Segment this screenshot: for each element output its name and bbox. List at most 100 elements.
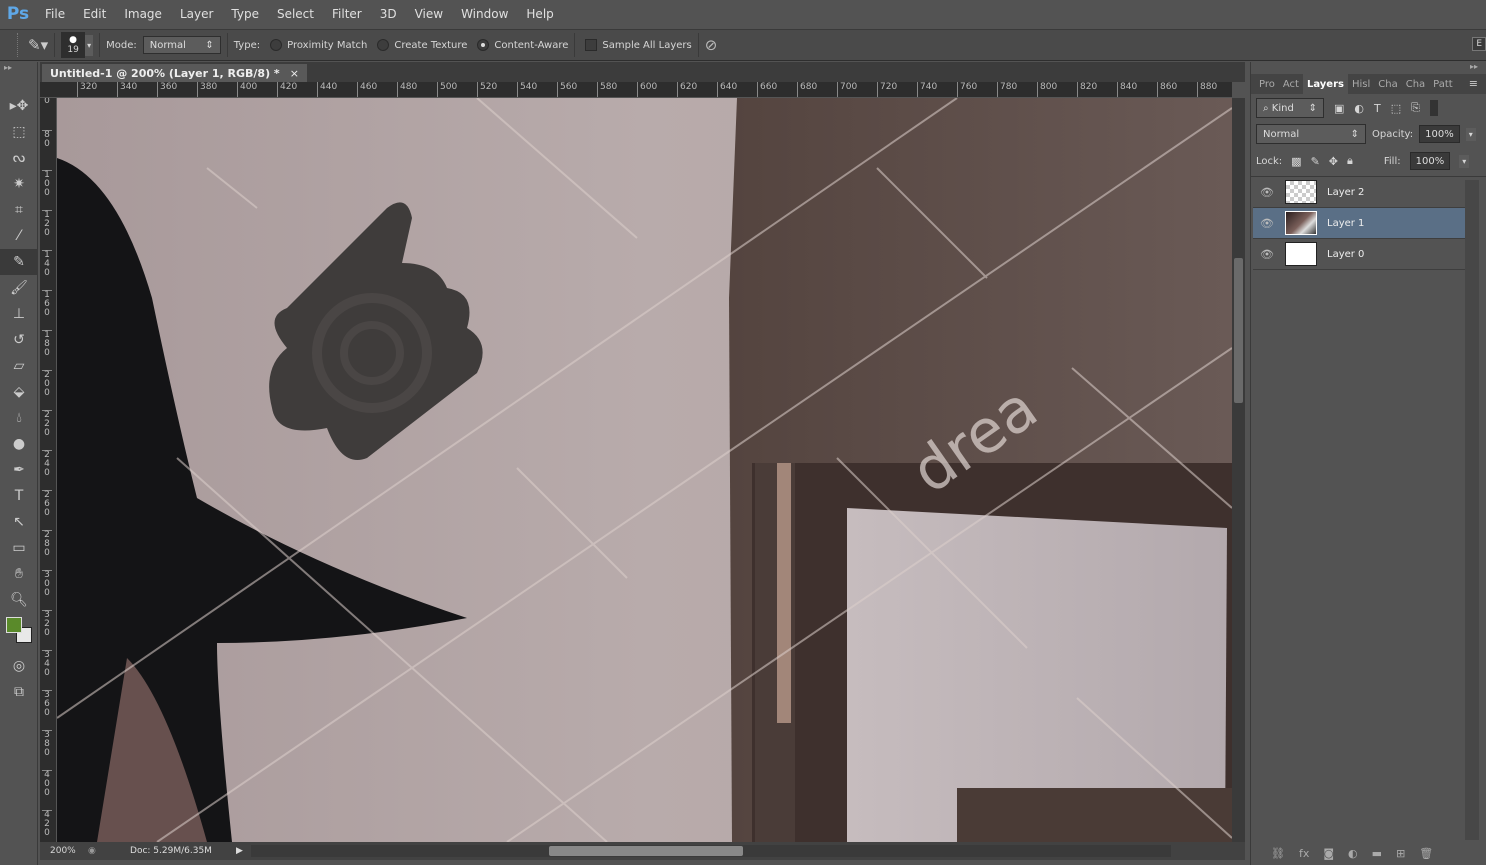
radio-proximity-match[interactable] bbox=[270, 39, 283, 51]
new-group-icon[interactable]: ▬ bbox=[1372, 847, 1382, 860]
pressure-size-icon[interactable]: ⊘ bbox=[705, 36, 718, 54]
lock-position-icon[interactable]: ✥ bbox=[1329, 155, 1338, 168]
vertical-scroll-thumb[interactable] bbox=[1234, 258, 1243, 403]
fill-dropdown[interactable]: ▾ bbox=[1459, 154, 1470, 168]
pen-tool-icon[interactable]: ✒︎ bbox=[0, 457, 38, 483]
move-tool-icon[interactable]: ▸✥ bbox=[0, 93, 38, 119]
brush-tool-icon[interactable]: 🖌︎ bbox=[0, 275, 38, 301]
lasso-tool-icon[interactable]: ᔓ bbox=[0, 145, 38, 171]
hand-tool-icon[interactable]: ✋︎ bbox=[0, 561, 38, 587]
close-tab-button[interactable]: × bbox=[290, 67, 299, 80]
filter-shape-icon[interactable]: ⬚ bbox=[1391, 102, 1401, 115]
filter-kind-select[interactable]: ⌕ Kind ⇕ bbox=[1256, 98, 1324, 118]
crop-tool-icon[interactable]: ⌗ bbox=[0, 197, 38, 223]
new-layer-icon[interactable]: ⊞ bbox=[1396, 847, 1405, 860]
fill-input[interactable]: 100% bbox=[1409, 152, 1451, 170]
menu-layer[interactable]: Layer bbox=[171, 7, 222, 21]
foreground-color-swatch[interactable] bbox=[6, 617, 22, 633]
menu-image[interactable]: Image bbox=[115, 7, 171, 21]
eyedropper-tool-icon[interactable]: ⁄ bbox=[0, 223, 38, 249]
opacity-input[interactable]: 100% bbox=[1419, 125, 1460, 143]
layer-name: Layer 2 bbox=[1327, 186, 1365, 198]
path-selection-tool-icon[interactable]: ↖ bbox=[0, 509, 38, 535]
panel-tab-pro[interactable]: Pro bbox=[1255, 74, 1279, 94]
panel-tab-hisl[interactable]: Hisl bbox=[1348, 74, 1374, 94]
zoom-tool-icon[interactable]: 🔍︎ bbox=[0, 587, 38, 613]
eye-icon[interactable]: 👁︎ bbox=[1253, 217, 1281, 230]
horizontal-ruler[interactable]: 320 340 360 380 400 420 440 460 480 500 520 540 560 5… bbox=[40, 82, 1232, 98]
layer-row[interactable]: 👁︎ Layer 2 bbox=[1253, 177, 1465, 208]
filter-smart-object-icon[interactable]: ⎘ bbox=[1411, 101, 1420, 115]
spot-healing-brush-tool-preset-icon[interactable]: ✎▾ bbox=[28, 36, 48, 54]
paint-bucket-tool-icon[interactable]: ⬙ bbox=[0, 379, 38, 405]
horizontal-scroll-thumb[interactable] bbox=[548, 846, 743, 856]
marquee-tool-icon[interactable]: ⬚ bbox=[0, 119, 38, 145]
eye-icon[interactable]: 👁︎ bbox=[1253, 186, 1281, 199]
add-mask-icon[interactable]: ◙ bbox=[1323, 847, 1334, 860]
status-arrow-icon[interactable]: ▶ bbox=[236, 846, 243, 856]
menu-file[interactable]: File bbox=[36, 7, 74, 21]
dodge-tool-icon[interactable]: ● bbox=[0, 431, 38, 457]
mode-select[interactable]: Normal ⇕ bbox=[142, 36, 221, 54]
menu-select[interactable]: Select bbox=[268, 7, 323, 21]
menu-3d[interactable]: 3D bbox=[371, 7, 406, 21]
workspace-button[interactable]: E bbox=[1472, 37, 1486, 51]
lock-image-icon[interactable]: ✎ bbox=[1311, 155, 1320, 168]
link-layers-icon[interactable]: ⛓︎ bbox=[1271, 847, 1285, 860]
filter-adjustment-icon[interactable]: ◐ bbox=[1354, 102, 1364, 115]
radio-create-texture[interactable] bbox=[377, 39, 390, 51]
eye-icon[interactable]: 👁︎ bbox=[1253, 248, 1281, 261]
magic-wand-tool-icon[interactable]: ✷ bbox=[0, 171, 38, 197]
menu-help[interactable]: Help bbox=[517, 7, 562, 21]
layers-scrollbar[interactable] bbox=[1465, 180, 1479, 840]
document-canvas[interactable]: drea bbox=[57, 98, 1232, 842]
history-brush-tool-icon[interactable]: ↺ bbox=[0, 327, 38, 353]
document-tab[interactable]: Untitled-1 @ 200% (Layer 1, RGB/8) * × bbox=[42, 64, 307, 82]
blend-mode-select[interactable]: Normal ⇕ bbox=[1256, 124, 1366, 144]
panel-tab-layers[interactable]: Layers bbox=[1302, 74, 1348, 94]
menu-window[interactable]: Window bbox=[452, 7, 517, 21]
delete-layer-icon[interactable]: 🗑︎ bbox=[1419, 847, 1433, 860]
lock-transparent-icon[interactable]: ▩ bbox=[1291, 155, 1301, 168]
filter-toggle[interactable] bbox=[1429, 100, 1438, 116]
radio-content-aware[interactable] bbox=[477, 39, 490, 51]
clone-stamp-tool-icon[interactable]: ⊥ bbox=[0, 301, 38, 327]
status-menu-icon[interactable]: ◉ bbox=[88, 846, 106, 856]
panel-tab-act[interactable]: Act bbox=[1279, 74, 1303, 94]
vertical-scrollbar[interactable] bbox=[1232, 98, 1245, 842]
spot-healing-brush-tool-icon[interactable]: ✎ bbox=[0, 249, 38, 275]
ruler-label: 460 bbox=[357, 82, 377, 97]
menu-filter[interactable]: Filter bbox=[323, 7, 371, 21]
lock-all-icon[interactable]: 🔒︎ bbox=[1347, 154, 1353, 168]
layer-row[interactable]: 👁︎ Layer 1 bbox=[1253, 208, 1465, 239]
adjustment-layer-icon[interactable]: ◐ bbox=[1348, 847, 1358, 860]
brush-picker-arrow[interactable]: ▾ bbox=[85, 34, 94, 56]
zoom-level[interactable]: 200% bbox=[40, 846, 88, 856]
menu-view[interactable]: View bbox=[406, 7, 452, 21]
filter-type-icon[interactable]: T bbox=[1374, 102, 1381, 115]
ruler-label: 560 bbox=[557, 82, 577, 97]
sample-all-layers-checkbox[interactable] bbox=[585, 39, 598, 51]
menu-type[interactable]: Type bbox=[222, 7, 268, 21]
layer-row[interactable]: 👁︎ Layer 0 bbox=[1253, 239, 1465, 270]
fx-icon[interactable]: fx bbox=[1299, 847, 1309, 860]
filter-pixel-icon[interactable]: ▣ bbox=[1334, 102, 1344, 115]
screen-mode-icon[interactable]: ⧉ bbox=[0, 679, 38, 705]
menu-edit[interactable]: Edit bbox=[74, 7, 115, 21]
brush-picker[interactable]: ● 19 bbox=[61, 32, 86, 58]
blur-tool-icon[interactable]: 💧︎ bbox=[0, 405, 38, 431]
ruler-label: 720 bbox=[877, 82, 897, 97]
horizontal-scrollbar[interactable] bbox=[250, 845, 1171, 857]
panel-tab-cha[interactable]: Cha bbox=[1374, 74, 1401, 94]
vertical-ruler[interactable]: 0 80 100 120 140 160 180 200 220 240 260 280 300 320 3… bbox=[40, 98, 57, 842]
opacity-dropdown[interactable]: ▾ bbox=[1465, 127, 1476, 141]
quick-mask-icon[interactable]: ◎ bbox=[0, 653, 38, 679]
type-tool-icon[interactable]: T bbox=[0, 483, 38, 509]
panel-menu-icon[interactable]: ≡ bbox=[1469, 77, 1478, 90]
panel-tab-cha[interactable]: Cha bbox=[1402, 74, 1429, 94]
ruler-label: 420 bbox=[277, 82, 297, 97]
eraser-tool-icon[interactable]: ▱ bbox=[0, 353, 38, 379]
panel-tab-patt[interactable]: Patt bbox=[1429, 74, 1457, 94]
layer-name: Layer 1 bbox=[1327, 217, 1365, 229]
rectangle-tool-icon[interactable]: ▭ bbox=[0, 535, 38, 561]
